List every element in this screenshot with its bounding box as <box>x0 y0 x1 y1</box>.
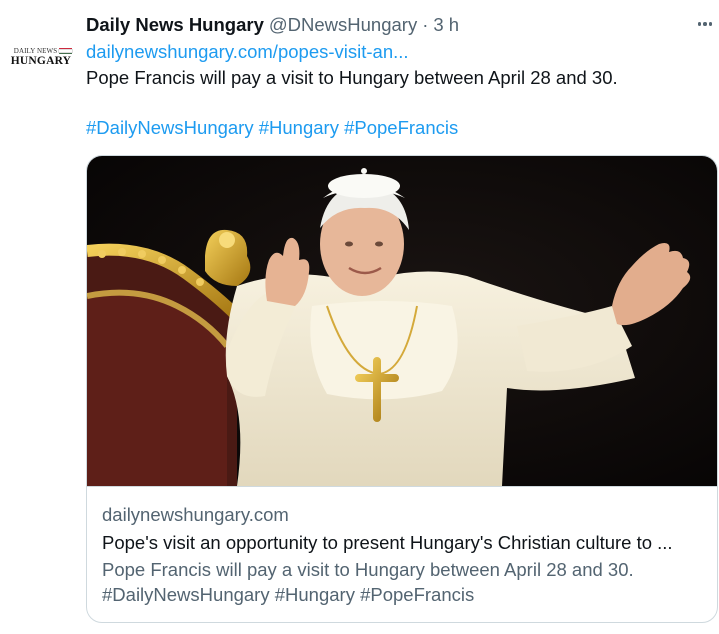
hashtag-row: #DailyNewsHungary #Hungary #PopeFrancis <box>86 116 458 140</box>
card-divider <box>87 486 717 487</box>
separator-dot: · <box>422 14 429 35</box>
display-name[interactable]: Daily News Hungary <box>86 14 264 36</box>
timestamp[interactable]: 3 h <box>433 14 459 36</box>
avatar-logo-main-text: HUNGARY <box>10 54 72 67</box>
hashtag[interactable]: #Hungary <box>259 117 339 138</box>
card-hashtags[interactable]: #DailyNewsHungary #Hungary #PopeFrancis <box>102 583 474 607</box>
tweet: DAILY NEWS HUNGARY Daily News Hungary @D… <box>0 0 719 634</box>
avatar-logo-top-text: DAILY NEWS <box>13 46 58 55</box>
card-title[interactable]: Pope's visit an opportunity to present H… <box>102 531 673 555</box>
tweet-header: Daily News Hungary @DNewsHungary · 3 h <box>86 12 459 38</box>
link-preview-card[interactable]: dailynewshungary.com Pope's visit an opp… <box>86 155 718 623</box>
hungary-flag-icon <box>58 48 74 54</box>
hashtag[interactable]: #PopeFrancis <box>344 117 458 138</box>
avatar[interactable]: DAILY NEWS HUNGARY <box>8 24 74 90</box>
card-description[interactable]: Pope Francis will pay a visit to Hungary… <box>102 558 634 582</box>
more-horizontal-icon[interactable] <box>694 13 716 35</box>
tweet-link[interactable]: dailynewshungary.com/popes-visit-an... <box>86 40 409 64</box>
tweet-text: Pope Francis will pay a visit to Hungary… <box>86 67 618 88</box>
card-image[interactable] <box>87 156 717 486</box>
card-domain[interactable]: dailynewshungary.com <box>102 503 289 527</box>
user-handle[interactable]: @DNewsHungary <box>269 14 417 36</box>
avatar-logo-top: DAILY NEWS <box>13 46 74 55</box>
hashtag[interactable]: #DailyNewsHungary <box>86 117 254 138</box>
